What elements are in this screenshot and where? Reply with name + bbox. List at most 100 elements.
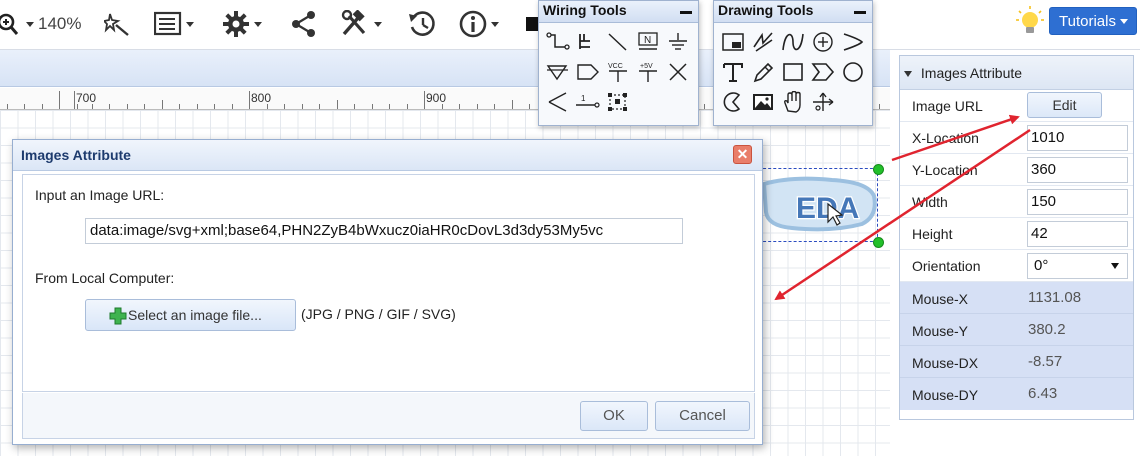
- pencil-tool[interactable]: [750, 59, 776, 85]
- bus-icon: [579, 34, 590, 49]
- drawing-tools-header[interactable]: Drawing Tools: [714, 1, 872, 23]
- svg-text:VCC: VCC: [608, 63, 623, 70]
- freehand-arc-tool[interactable]: [840, 29, 866, 55]
- arc-tool[interactable]: [810, 29, 836, 55]
- easyeda-logo-image[interactable]: EDA: [762, 176, 877, 234]
- voltage-probe-tool[interactable]: [545, 89, 571, 115]
- label-box-tool[interactable]: [720, 29, 746, 55]
- drawing-tools-palette: Drawing Tools: [713, 0, 873, 126]
- wiring-tools-palette: Wiring Tools N VCC +5V 1: [538, 0, 699, 126]
- width-input[interactable]: 150: [1027, 189, 1128, 215]
- no-connect-tool[interactable]: [665, 59, 691, 85]
- attr-label: Orientation: [912, 258, 981, 274]
- chevron-down-icon: [1119, 18, 1128, 24]
- chevron-down-icon: [374, 21, 382, 27]
- canvas-origin-tool[interactable]: [810, 89, 836, 115]
- image-url-label: Input an Image URL:: [35, 187, 165, 203]
- rectangle-tool[interactable]: [780, 59, 806, 85]
- resize-handle-top-right[interactable]: [873, 164, 884, 175]
- ruler-tick: [196, 104, 198, 109]
- square-icon: [526, 17, 538, 31]
- pin-icon: 1: [576, 94, 600, 108]
- help-button[interactable]: [459, 9, 499, 39]
- magic-wand-button[interactable]: [104, 9, 132, 39]
- group-tool[interactable]: [605, 89, 631, 115]
- vcc-tool[interactable]: VCC: [605, 59, 631, 85]
- resize-handle-bottom-right[interactable]: [873, 237, 884, 248]
- ground-tool[interactable]: [665, 29, 691, 55]
- ruler-label: 900: [426, 91, 447, 105]
- ruler-tick: [441, 104, 443, 109]
- zoom-level: 140%: [38, 14, 82, 33]
- settings-button[interactable]: [222, 9, 262, 39]
- pencil-icon: [753, 62, 774, 83]
- plus-5v-tool[interactable]: +5V: [635, 59, 661, 85]
- attr-row-width: Width 150: [900, 186, 1133, 218]
- drag-tool[interactable]: [780, 89, 806, 115]
- wire-tool[interactable]: [545, 29, 571, 55]
- height-input[interactable]: 42: [1027, 221, 1128, 247]
- pie-tool[interactable]: [720, 89, 746, 115]
- net-port-tool[interactable]: [545, 59, 571, 85]
- group-ungroup-icon: [608, 93, 627, 111]
- minimize-icon[interactable]: [680, 11, 692, 14]
- polygon-tool[interactable]: [810, 59, 836, 85]
- ruler-tick: [161, 100, 163, 109]
- dialog-body: Input an Image URL: data:image/svg+xml;b…: [22, 174, 755, 392]
- share-button[interactable]: [290, 9, 318, 39]
- tutorials-label: Tutorials: [1059, 12, 1116, 30]
- bezier-tool[interactable]: [780, 29, 806, 55]
- bus-tool[interactable]: [575, 29, 601, 55]
- bus-entry-icon: [608, 33, 627, 51]
- mouse-label: Mouse-Y: [912, 323, 969, 339]
- ruler-tick: [704, 104, 705, 109]
- text-tool[interactable]: [720, 59, 746, 85]
- image-url-input[interactable]: data:image/svg+xml;base64,PHN2ZyB4bWxucz…: [85, 218, 683, 244]
- minimize-icon[interactable]: [854, 11, 866, 14]
- tutorials-button[interactable]: Tutorials: [1049, 7, 1137, 35]
- attr-row-x-location: X-Location 1010: [900, 122, 1133, 154]
- ok-button[interactable]: OK: [580, 401, 648, 431]
- design-manager-button[interactable]: [154, 9, 194, 39]
- image-tool[interactable]: [750, 89, 776, 115]
- net-flag-tool[interactable]: [575, 59, 601, 85]
- close-button[interactable]: ✕: [733, 145, 752, 164]
- ellipse-tool[interactable]: [840, 59, 866, 85]
- polyline-tool[interactable]: [750, 29, 776, 55]
- select-image-file-button[interactable]: Select an image file...: [85, 299, 296, 331]
- ruler-tick: [879, 104, 880, 109]
- orientation-select[interactable]: 0°: [1027, 253, 1128, 279]
- zoom-control[interactable]: 140%: [0, 9, 81, 39]
- attr-label: Y-Location: [912, 162, 978, 178]
- wiring-tools-header[interactable]: Wiring Tools: [539, 1, 698, 23]
- attr-row-y-location: Y-Location 360: [900, 154, 1133, 186]
- ruler-tick: [214, 104, 215, 109]
- arc-icon: [813, 32, 833, 52]
- tools-button[interactable]: [340, 9, 382, 39]
- ruler-tick: [494, 104, 495, 109]
- cancel-button[interactable]: Cancel: [655, 401, 750, 431]
- y-location-input[interactable]: 360: [1027, 157, 1128, 183]
- ruler-label: 800: [251, 91, 272, 105]
- bus-entry-tool[interactable]: [605, 29, 631, 55]
- net-label-tool[interactable]: N: [635, 29, 661, 55]
- hidden-tool-button[interactable]: [526, 9, 538, 39]
- x-location-input[interactable]: 1010: [1027, 125, 1128, 151]
- ruler-tick: [424, 91, 425, 109]
- history-button[interactable]: [408, 9, 436, 39]
- chevron-down-icon: [26, 21, 34, 27]
- ruler-tick: [511, 100, 513, 109]
- attr-row-image-url: Image URL Edit: [900, 90, 1133, 122]
- pin-tool[interactable]: 1: [575, 89, 601, 115]
- ruler-tick: [284, 104, 285, 109]
- plus-5v-icon: +5V: [639, 63, 657, 82]
- freehand-arc-icon: [843, 33, 864, 51]
- hammer-wrench-icon: [341, 10, 366, 36]
- dialog-header[interactable]: Images Attribute ✕: [13, 140, 762, 171]
- ruler-tick: [529, 104, 530, 109]
- edit-image-url-button[interactable]: Edit: [1027, 92, 1102, 118]
- list-panel-icon: [154, 11, 182, 36]
- attribute-panel-header[interactable]: Images Attribute: [900, 56, 1133, 90]
- svg-text:N: N: [644, 35, 651, 46]
- drag-hand-icon: [784, 91, 801, 113]
